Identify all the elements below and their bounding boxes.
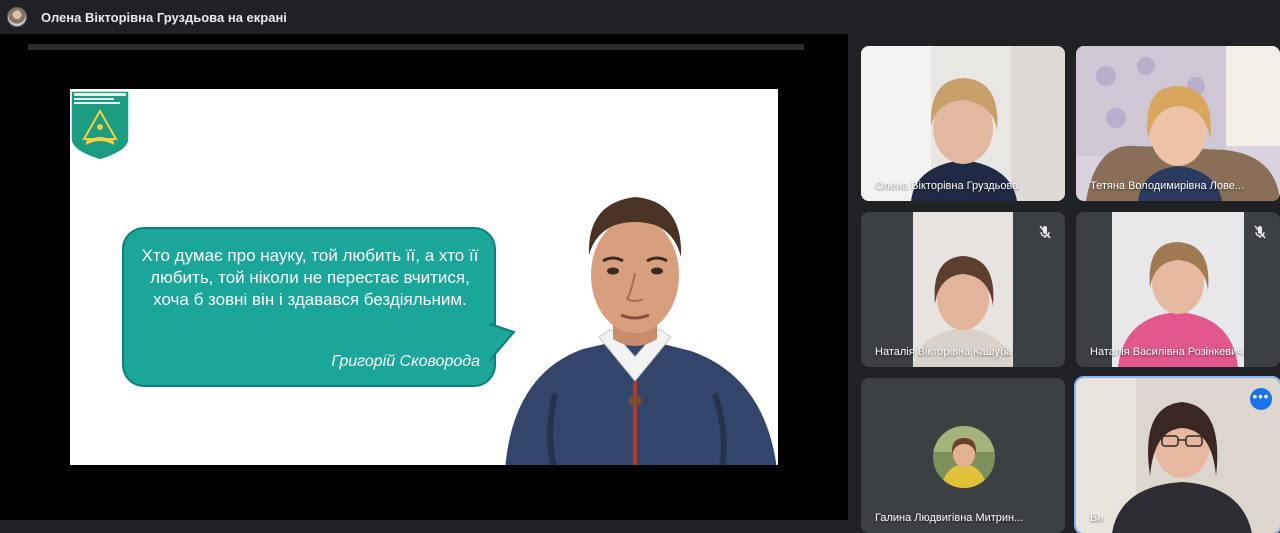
participant-avatar xyxy=(933,426,995,488)
mic-off-icon xyxy=(1039,225,1051,239)
presenter-avatar xyxy=(7,7,27,27)
quote-bubble: Хто думає про науку, той любить її, а хт… xyxy=(122,227,496,387)
participant-tile[interactable]: Наталія Вікторівна Кашуба xyxy=(861,212,1065,367)
participant-tile[interactable]: Олена Вікторівна Груздьова xyxy=(861,46,1065,201)
participant-tile[interactable]: Галина Людвигівна Митрин... xyxy=(861,378,1065,533)
quote-author: Григорій Сковорода xyxy=(331,353,480,370)
participant-grid: Олена Вікторівна Груздьова Тетяна Володи… xyxy=(848,34,1280,533)
participant-tile-self[interactable]: ••• Ви xyxy=(1074,376,1280,533)
participant-name: Олена Вікторівна Груздьова xyxy=(875,180,1019,192)
participant-video xyxy=(913,212,1013,367)
quote-text: Хто думає про науку, той любить її, а хт… xyxy=(141,246,479,309)
participant-name: Наталія Вікторівна Кашуба xyxy=(875,346,1013,358)
participant-tile[interactable]: Наталія Василівна Розінкевич xyxy=(1076,212,1280,367)
university-logo xyxy=(70,90,130,161)
presenter-label: Олена Вікторівна Груздьова на екрані xyxy=(41,9,287,25)
participant-video xyxy=(1076,46,1280,201)
participant-name: Галина Людвигівна Митрин... xyxy=(875,512,1024,524)
participant-tile[interactable]: Тетяна Володимирівна Лове... xyxy=(1076,46,1280,201)
top-bar: Олена Вікторівна Груздьова на екрані xyxy=(0,0,1280,34)
participant-video xyxy=(861,46,1065,201)
shared-screen: Хто думає про науку, той любить її, а хт… xyxy=(0,34,848,520)
more-options-icon[interactable]: ••• xyxy=(1250,388,1272,410)
participant-name: Наталія Василівна Розінкевич xyxy=(1090,346,1243,358)
shared-window-strip xyxy=(28,44,804,50)
participant-name: Тетяна Володимирівна Лове... xyxy=(1090,180,1244,192)
mic-off-icon xyxy=(1254,225,1266,239)
participant-name: Ви xyxy=(1090,512,1104,524)
participant-video xyxy=(1112,212,1244,367)
skovoroda-portrait xyxy=(505,197,777,465)
presentation-slide: Хто думає про науку, той любить її, а хт… xyxy=(70,89,778,465)
